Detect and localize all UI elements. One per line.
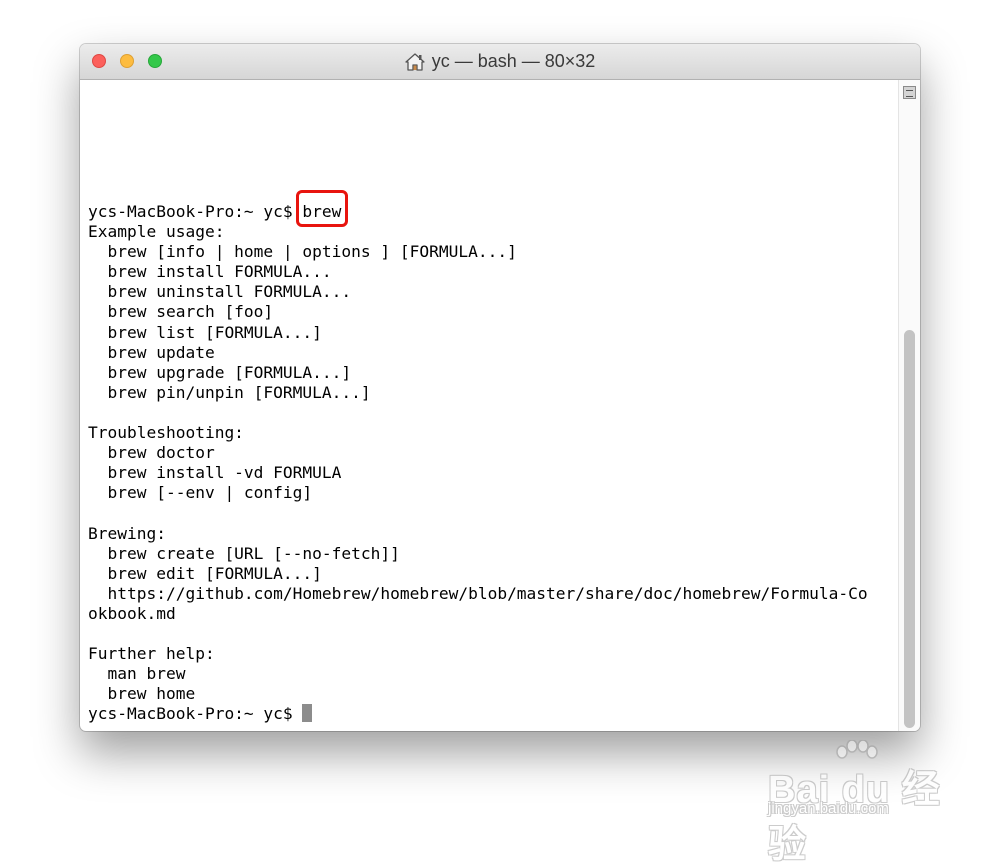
watermark-url: jingyan.baidu.com [768, 800, 889, 817]
output-line: Troubleshooting: [88, 423, 244, 443]
scrollbar-thumb[interactable] [904, 330, 915, 728]
output-line: brew create [URL [--no-fetch]] [88, 543, 400, 563]
home-icon [405, 52, 425, 71]
output-line: brew [info | home | options ] [FORMULA..… [88, 242, 517, 262]
output-line: okbook.md [88, 603, 176, 623]
terminal-content[interactable]: ycs-MacBook-Pro:~ yc$ brew Example usage… [80, 80, 898, 731]
vertical-scrollbar[interactable] [898, 80, 920, 731]
command-line: ycs-MacBook-Pro:~ yc$ brew [88, 189, 868, 228]
terminal-output: ycs-MacBook-Pro:~ yc$ brew Example usage… [88, 189, 868, 724]
output-line: brew [--env | config] [88, 483, 313, 503]
output-line: brew uninstall FORMULA... [88, 282, 352, 302]
output-line: Example usage: [88, 222, 225, 242]
output-line: brew doctor [88, 443, 215, 463]
output-line: brew pin/unpin [FORMULA...] [88, 382, 371, 402]
final-prompt: ycs-MacBook-Pro:~ yc$ [88, 704, 303, 724]
text-cursor [302, 704, 313, 723]
output-line: brew update [88, 342, 215, 362]
output-line: man brew [88, 664, 186, 684]
output-line: brew install -vd FORMULA [88, 463, 342, 483]
split-pane-icon[interactable] [903, 86, 916, 99]
output-line: brew list [FORMULA...] [88, 322, 322, 342]
window-title: yc — bash — 80×32 [80, 44, 920, 79]
output-line: brew home [88, 684, 196, 704]
output-line: brew edit [FORMULA...] [88, 563, 322, 583]
output-line: brew install FORMULA... [88, 262, 332, 282]
terminal-window: yc — bash — 80×32 ycs-MacBook-Pro:~ yc$ … [80, 44, 920, 731]
title-bar[interactable]: yc — bash — 80×32 [80, 44, 920, 80]
output-line: Brewing: [88, 523, 166, 543]
prompt: ycs-MacBook-Pro:~ yc$ [88, 202, 303, 221]
output-line: brew upgrade [FORMULA...] [88, 362, 352, 382]
highlighted-command: brew [296, 189, 349, 228]
window-title-text: yc — bash — 80×32 [431, 51, 596, 71]
output-line: Further help: [88, 644, 215, 664]
output-lines: Example usage: brew [info | home | optio… [88, 222, 868, 704]
final-prompt-line: ycs-MacBook-Pro:~ yc$ [88, 704, 868, 724]
output-line: brew search [foo] [88, 302, 274, 322]
baidu-watermark: Bai du 经验 jingyan.baidu.com [760, 740, 960, 866]
output-line: https://github.com/Homebrew/homebrew/blo… [88, 583, 868, 603]
